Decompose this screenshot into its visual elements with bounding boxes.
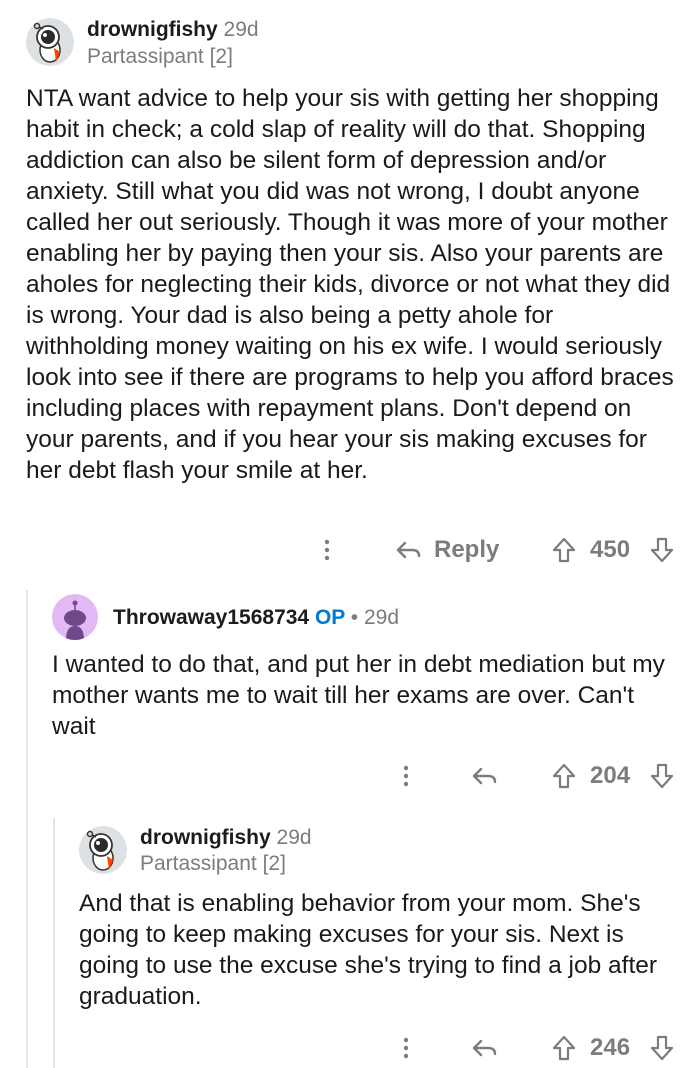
- upvote-arrow-icon: [552, 537, 576, 563]
- user-avatar[interactable]: [79, 826, 127, 874]
- comment-age: 29d: [223, 18, 259, 41]
- more-options-button[interactable]: [397, 756, 415, 796]
- comment-body: And that is enabling behavior from your …: [79, 890, 658, 1010]
- downvote-button[interactable]: [650, 756, 674, 796]
- downvote-arrow-icon: [650, 537, 674, 563]
- downvote-arrow-icon: [650, 1035, 674, 1061]
- more-vertical-icon: [403, 1037, 409, 1059]
- vote-count: 450: [590, 536, 631, 563]
- upvote-button[interactable]: [552, 530, 576, 570]
- astronaut-snoo-avatar: [26, 18, 74, 66]
- more-vertical-icon: [324, 539, 330, 561]
- comment-age: 29d: [276, 826, 312, 849]
- comment-body: I wanted to do that, and put her in debt…: [52, 651, 665, 740]
- reply-arrow-icon: [396, 541, 421, 559]
- more-vertical-icon: [403, 765, 409, 787]
- downvote-button[interactable]: [650, 530, 674, 570]
- meta-separator: •: [350, 606, 359, 629]
- username[interactable]: drownigfishy: [87, 18, 218, 41]
- comment-2: Throwaway1568734 OP • 29d I wanted to do…: [0, 590, 700, 810]
- comment-age: 29d: [363, 606, 400, 629]
- upvote-arrow-icon: [552, 1035, 576, 1061]
- reply-button[interactable]: [472, 1028, 498, 1068]
- upvote-button[interactable]: [552, 1028, 576, 1068]
- comment-actions: 246: [0, 1028, 700, 1068]
- reply-label: Reply: [434, 536, 500, 563]
- downvote-button[interactable]: [650, 1028, 674, 1068]
- comment-author[interactable]: Throwaway1568734 OP • 29d: [113, 606, 399, 630]
- upvote-button[interactable]: [552, 756, 576, 796]
- comment-actions: 204: [0, 756, 700, 796]
- default-snoo-avatar: [52, 594, 98, 640]
- username[interactable]: drownigfishy: [140, 826, 271, 849]
- comment-1: drownigfishy 29d Partassipant [2] NTA wa…: [0, 0, 700, 580]
- user-avatar[interactable]: [52, 594, 98, 640]
- more-options-button[interactable]: [397, 1028, 415, 1068]
- reply-arrow-icon: [472, 767, 497, 785]
- vote-count: 204: [590, 762, 631, 789]
- user-avatar[interactable]: [26, 18, 74, 66]
- reply-arrow-icon: [472, 1039, 497, 1057]
- comment-actions: Reply 450: [0, 530, 700, 570]
- comment-body: NTA want advice to help your sis with ge…: [26, 85, 674, 484]
- more-options-button[interactable]: [318, 530, 336, 570]
- comment-author[interactable]: drownigfishy 29d: [140, 826, 312, 850]
- astronaut-snoo-avatar: [79, 826, 127, 874]
- downvote-arrow-icon: [650, 763, 674, 789]
- reply-button[interactable]: [472, 756, 498, 796]
- comment-author[interactable]: drownigfishy 29d: [87, 18, 259, 42]
- comment-3: drownigfishy 29d Partassipant [2] And th…: [0, 818, 700, 1068]
- reply-button[interactable]: Reply: [396, 530, 499, 570]
- username[interactable]: Throwaway1568734: [113, 606, 309, 629]
- user-flair: Partassipant [2]: [87, 45, 233, 68]
- op-badge: OP: [314, 606, 345, 629]
- vote-count: 246: [590, 1034, 631, 1061]
- upvote-arrow-icon: [552, 763, 576, 789]
- user-flair: Partassipant [2]: [140, 852, 286, 875]
